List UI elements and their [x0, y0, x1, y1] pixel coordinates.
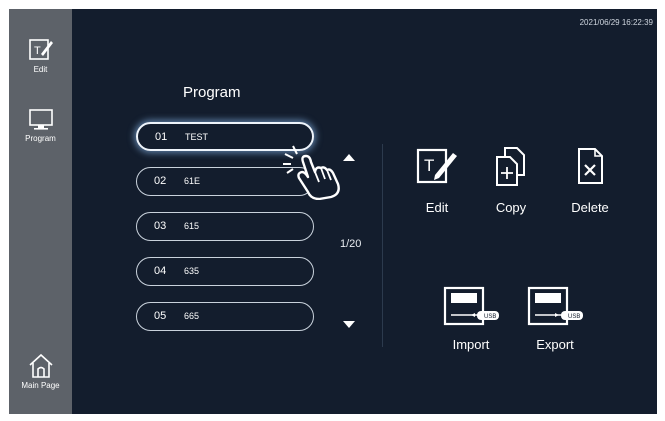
- program-list-title: Program: [183, 84, 241, 101]
- timestamp: 2021/06/29 16:22:39: [579, 18, 653, 27]
- program-item-04[interactable]: 04 635: [136, 257, 314, 286]
- program-name: 615: [184, 221, 200, 231]
- program-number: 02: [154, 175, 167, 187]
- app-screen: T Edit Program Main Page 2021/06/29 16:2…: [9, 9, 657, 414]
- copy-icon: [496, 147, 525, 186]
- program-item-05[interactable]: 05 665: [136, 302, 314, 331]
- usb-text: USB: [484, 314, 496, 320]
- program-number: 05: [154, 310, 167, 322]
- import-button[interactable]: USB Import: [439, 285, 503, 352]
- svg-text:T: T: [424, 156, 434, 175]
- program-number: 01: [155, 131, 168, 143]
- sidebar: T Edit Program Main Page: [9, 9, 72, 414]
- export-button[interactable]: USB Export: [523, 285, 587, 352]
- program-number: 03: [154, 220, 167, 232]
- import-label: Import: [452, 337, 490, 352]
- edit-label: Edit: [425, 200, 449, 215]
- program-name: 635: [184, 266, 200, 276]
- sidebar-item-main-page[interactable]: Main Page: [9, 353, 72, 390]
- sidebar-item-program[interactable]: Program: [9, 108, 72, 143]
- sidebar-item-label: Main Page: [21, 381, 60, 390]
- program-name: 665: [184, 311, 200, 321]
- page-indicator: 1/20: [340, 238, 362, 250]
- export-label: Export: [536, 337, 574, 352]
- home-icon: [28, 353, 53, 378]
- touch-hand-icon: [283, 145, 340, 200]
- sidebar-item-label: Program: [25, 134, 56, 143]
- monitor-icon: [28, 109, 53, 130]
- copy-label: Copy: [495, 200, 527, 215]
- delete-icon: [578, 148, 603, 184]
- sidebar-item-edit[interactable]: T Edit: [9, 37, 72, 74]
- usb-import-icon: USB: [443, 286, 499, 326]
- svg-text:T: T: [34, 45, 41, 57]
- usb-export-icon: USB: [527, 286, 583, 326]
- edit-icon: T: [416, 148, 457, 184]
- usb-text: USB: [568, 314, 580, 320]
- program-number: 04: [154, 265, 167, 277]
- copy-button[interactable]: Copy: [485, 145, 537, 215]
- program-name: 61E: [184, 176, 201, 186]
- edit-button[interactable]: T Edit: [407, 145, 467, 215]
- edit-icon: T: [28, 39, 53, 60]
- program-name: TEST: [185, 132, 209, 142]
- delete-button[interactable]: Delete: [562, 145, 618, 215]
- scroll-down-arrow-icon[interactable]: [342, 320, 356, 329]
- delete-label: Delete: [571, 200, 609, 215]
- divider: [382, 144, 383, 347]
- sidebar-item-label: Edit: [33, 65, 48, 74]
- program-item-03[interactable]: 03 615: [136, 212, 314, 241]
